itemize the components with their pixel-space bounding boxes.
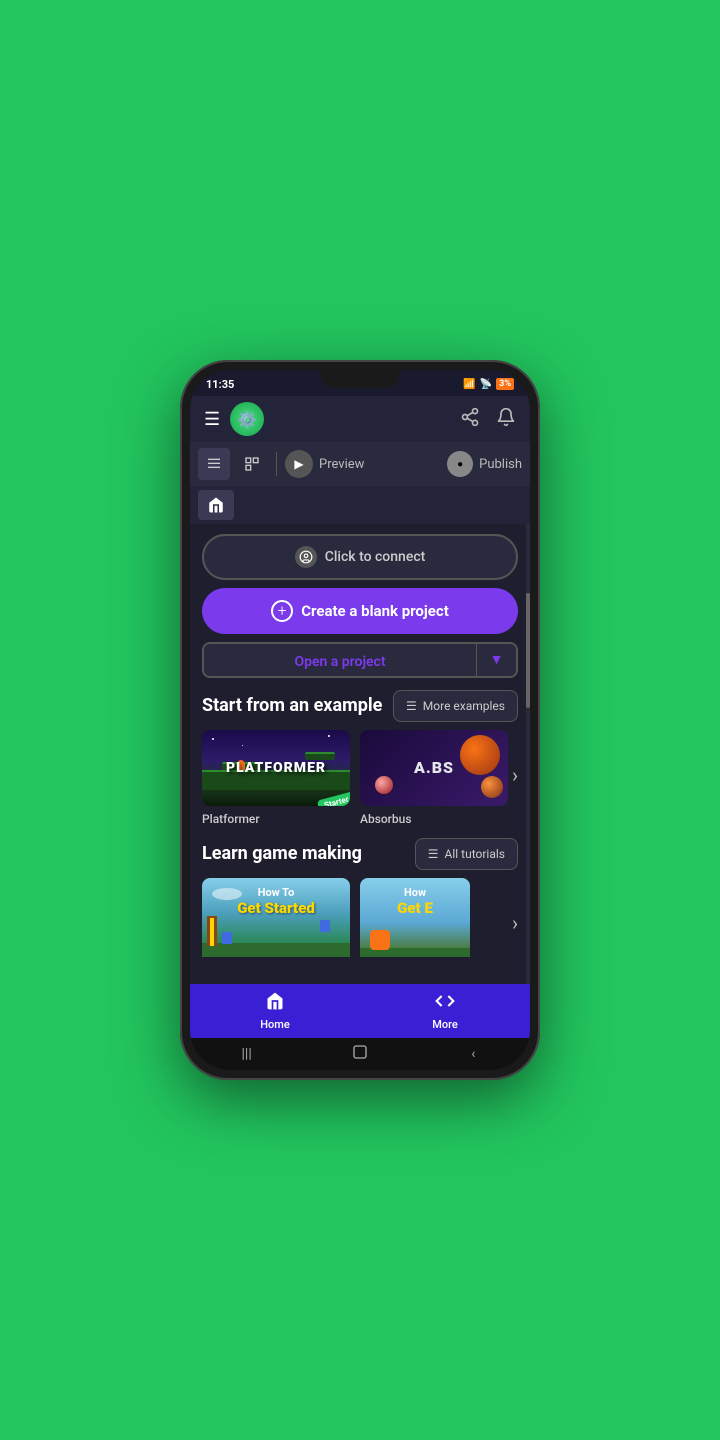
example-card-platformer[interactable]: PLATFORMER Starter Platformer (202, 730, 350, 827)
how-to-text-2: How (360, 886, 470, 899)
all-tutorials-label: All tutorials (445, 847, 505, 861)
system-nav: ||| ‹ (190, 1038, 530, 1070)
get-started-text: Get Started (202, 899, 350, 917)
more-examples-button[interactable]: ☰ More examples (393, 690, 518, 722)
more-nav-label: More (432, 1018, 458, 1031)
scrollbar-track (526, 524, 530, 984)
publish-circle: ● (447, 451, 473, 477)
tutorials-section-header: Learn game making ☰ All tutorials (202, 838, 518, 870)
how-to-text: How To (202, 886, 350, 899)
objects-tool-btn[interactable] (236, 448, 268, 480)
recents-button[interactable]: ||| (227, 1044, 267, 1064)
recents-icon: ||| (242, 1046, 252, 1062)
tutorials-list-icon: ☰ (428, 847, 439, 861)
publish-label: Publish (479, 457, 522, 472)
dropdown-arrow-icon: ▼ (490, 651, 504, 668)
status-indicators: 📶 📡 3% (463, 378, 514, 390)
wifi-icon: 📶 (463, 379, 475, 390)
planet-3 (375, 776, 393, 794)
examples-next-arrow[interactable]: › (512, 763, 518, 787)
back-icon: ‹ (471, 1046, 475, 1062)
bell-icon[interactable] (496, 407, 516, 432)
preview-label: Preview (319, 457, 364, 472)
absorbus-title-text: A.BS (414, 758, 454, 777)
tutorials-section-title: Learn game making (202, 842, 362, 865)
home-nav-label: Home (260, 1018, 290, 1031)
tutorial-card-get-e[interactable]: How Get E (360, 878, 470, 957)
create-blank-project-button[interactable]: + Create a blank project (202, 588, 518, 634)
tutorial-2-bg: How Get E (360, 878, 470, 957)
header-left: ☰ ⚙️ (204, 402, 264, 436)
home-tab-row (190, 486, 530, 524)
more-examples-label: More examples (423, 699, 505, 713)
examples-section-header: Start from an example ☰ More examples (202, 690, 518, 722)
lines-tool-btn[interactable] (198, 448, 230, 480)
time-display: 11:35 (206, 378, 234, 391)
absorbus-label: Absorbus (360, 812, 508, 826)
share-icon[interactable] (460, 407, 480, 432)
scrollbar-thumb (526, 593, 530, 708)
tutorials-row: How To Get Started How Get E (202, 878, 518, 957)
platformer-bg: PLATFORMER Starter (202, 730, 350, 807)
nav-home[interactable]: Home (190, 984, 360, 1038)
examples-section-title: Start from an example (202, 694, 382, 717)
home-nav-icon (265, 991, 285, 1016)
plus-circle-icon: + (271, 600, 293, 622)
content-wrapper: Click to connect + Create a blank projec… (190, 524, 530, 984)
preview-btn[interactable]: ▶ Preview (285, 450, 364, 478)
phone-frame: 11:35 📶 📡 3% ☰ ⚙️ (180, 360, 540, 1080)
menu-icon[interactable]: ☰ (204, 409, 220, 430)
publish-btn[interactable]: ● Publish (447, 451, 522, 477)
play-circle: ▶ (285, 450, 313, 478)
app-logo[interactable]: ⚙️ (230, 402, 264, 436)
back-button[interactable]: ‹ (453, 1044, 493, 1064)
all-tutorials-button[interactable]: ☰ All tutorials (415, 838, 518, 870)
tutorial-1-overlay: How To Get Started (202, 886, 350, 917)
notch (320, 370, 400, 388)
connect-icon (295, 546, 317, 568)
signal-icon: 📡 (480, 379, 492, 390)
list-icon: ☰ (406, 699, 417, 713)
absorbus-thumbnail: A.BS (360, 730, 508, 807)
examples-row: PLATFORMER Starter Platformer (202, 730, 518, 827)
open-project-row: Open a project ▼ (202, 642, 518, 678)
header-right (460, 407, 516, 432)
bottom-nav: Home More (190, 984, 530, 1038)
create-label: Create a blank project (301, 602, 449, 620)
home-tab-btn[interactable] (198, 490, 234, 520)
starter-badge: Starter (317, 791, 350, 806)
tutorials-next-arrow[interactable]: › (512, 911, 518, 935)
phone-screen: 11:35 📶 📡 3% ☰ ⚙️ (190, 370, 530, 1070)
app-header: ☰ ⚙️ (190, 396, 530, 442)
planet-2 (481, 776, 503, 798)
connect-label: Click to connect (325, 549, 426, 565)
planet-1 (460, 735, 500, 775)
toolbar-divider (276, 452, 277, 476)
platformer-label: Platformer (202, 812, 350, 826)
platformer-title-text: PLATFORMER (226, 760, 326, 776)
toolbar: ▶ Preview ● Publish (190, 442, 530, 486)
open-project-label: Open a project (294, 654, 385, 670)
home-icon (352, 1044, 368, 1064)
tutorial-2-overlay: How Get E (360, 886, 470, 917)
get-e-text: Get E (360, 899, 470, 917)
example-card-absorbus[interactable]: A.BS Absorbus (360, 730, 508, 827)
platformer-thumbnail: PLATFORMER Starter (202, 730, 350, 807)
logo-gear-icon: ⚙️ (237, 410, 257, 429)
open-project-button[interactable]: Open a project (204, 644, 476, 676)
more-nav-icon (435, 991, 455, 1016)
nav-more[interactable]: More (360, 984, 530, 1038)
absorbus-bg: A.BS (360, 730, 508, 807)
content-area: Click to connect + Create a blank projec… (190, 524, 530, 984)
home-button[interactable] (340, 1044, 380, 1064)
tutorial-1-bg: How To Get Started (202, 878, 350, 957)
battery-display: 3% (496, 378, 514, 390)
tutorial-card-get-started[interactable]: How To Get Started (202, 878, 350, 957)
open-project-dropdown[interactable]: ▼ (476, 644, 516, 676)
connect-button[interactable]: Click to connect (202, 534, 518, 580)
